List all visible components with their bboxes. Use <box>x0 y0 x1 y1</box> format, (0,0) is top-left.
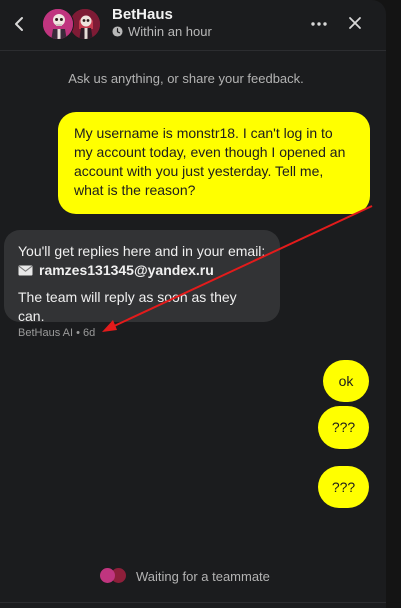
chat-panel: BetHaus Within an hour Ask us anything, … <box>0 0 386 608</box>
more-horizontal-icon <box>311 22 327 26</box>
bot-message-line: You'll get replies here and in your emai… <box>18 243 266 259</box>
close-icon <box>349 17 361 29</box>
user-message: ok <box>323 360 369 402</box>
email-address: ramzes131345@yandex.ru <box>39 262 214 278</box>
user-message: My username is monstr18. I can't log in … <box>58 112 370 214</box>
skeleton-avatar-icon <box>43 9 73 39</box>
more-options-button[interactable] <box>308 14 330 34</box>
bot-message-line: The team will reply as soon as they can. <box>18 289 237 324</box>
intro-text: Ask us anything, or share your feedback. <box>68 71 304 86</box>
chevron-left-icon <box>15 17 23 31</box>
chat-title: BetHaus <box>112 6 173 23</box>
team-avatars <box>42 8 104 42</box>
status-text: Within an hour <box>128 24 212 39</box>
waiting-status: Waiting for a teammate <box>100 567 270 585</box>
waiting-text: Waiting for a teammate <box>136 568 270 584</box>
avatar <box>100 568 115 583</box>
scrollbar[interactable] <box>386 0 401 608</box>
bot-message: You'll get replies here and in your emai… <box>4 230 280 324</box>
avatar <box>42 8 74 40</box>
bot-email-row: ramzes131345@yandex.ru <box>18 261 266 280</box>
divider <box>0 602 386 603</box>
close-button[interactable] <box>344 12 366 34</box>
skeleton-avatar-icon <box>70 9 100 39</box>
clock-icon <box>112 26 123 37</box>
user-message: ??? <box>318 466 369 508</box>
back-button[interactable] <box>10 13 28 35</box>
response-time-status: Within an hour <box>112 24 212 39</box>
chat-header: BetHaus Within an hour <box>0 0 386 51</box>
mini-avatars <box>100 567 130 585</box>
bot-message-meta: BetHaus AI • 6d <box>18 327 96 339</box>
user-message: ??? <box>318 406 369 449</box>
envelope-icon <box>18 265 33 276</box>
